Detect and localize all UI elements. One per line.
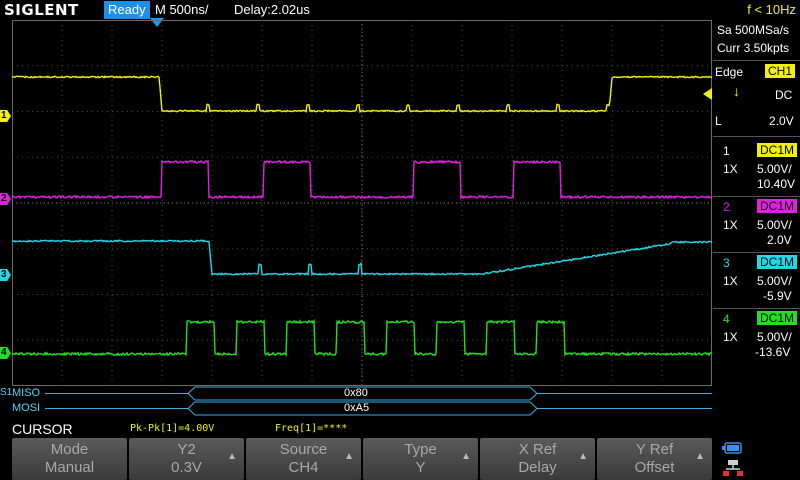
ch1-probe: 1X	[723, 162, 738, 176]
ch4-coupling-badge: DC1M	[757, 311, 797, 325]
system-icons	[715, 438, 800, 480]
decode-row-mosi: MOSI 0xA5	[0, 401, 712, 416]
ch4-scale: 5.00V/	[757, 330, 792, 344]
ch4-probe: 1X	[723, 330, 738, 344]
trigger-level: 2.0V	[769, 114, 794, 128]
ch3-probe: 1X	[723, 274, 738, 288]
ch3-coupling-badge: DC1M	[757, 255, 797, 269]
softkey-type[interactable]: Type Y ▲	[363, 438, 478, 480]
ch3-number: 3	[723, 256, 730, 270]
pk-pk-measurement: Pk-Pk[1]=4.00V	[130, 423, 214, 435]
softkey-value: Manual	[12, 459, 127, 477]
ch3-offset: -5.9V	[763, 289, 792, 303]
memory-depth: Curr 3.50kpts	[717, 41, 789, 55]
knob-arrow-icon: ▲	[227, 451, 237, 462]
ch3-info[interactable]: 3 DC1M 1X 5.00V/ -5.9V	[713, 250, 800, 306]
decode-row-value: 0x80	[344, 386, 368, 401]
ch2-scale: 5.00V/	[757, 218, 792, 232]
softkey-title: Mode	[12, 441, 127, 459]
knob-arrow-icon: ▲	[695, 451, 705, 462]
ch2-coupling-badge: DC1M	[757, 199, 797, 213]
freq-measurement: Freq[1]=****	[275, 423, 347, 435]
softkey-x-ref[interactable]: X Ref Delay ▲	[480, 438, 595, 480]
trigger-edge-icon: ↓	[733, 84, 740, 98]
ch1-info[interactable]: 1 DC1M 1X 5.00V/ 10.40V	[713, 138, 800, 194]
ch1-coupling-badge: DC1M	[757, 143, 797, 157]
acquisition-status-badge: Ready	[104, 1, 150, 19]
softkey-y-ref[interactable]: Y Ref Offset ▲	[597, 438, 712, 480]
network-icon	[723, 460, 743, 476]
frequency-counter: f < 10Hz	[747, 1, 796, 19]
top-status-bar: SIGLENT Ready M 500ns/ Delay:2.02us f < …	[0, 0, 800, 20]
softkey-bar: Mode Manual Y2 0.3V ▲ Source CH4 ▲ Type …	[0, 438, 715, 480]
trigger-coupling: DC	[775, 88, 792, 102]
ch1-trace	[12, 76, 712, 111]
menu-title: CURSOR	[12, 421, 73, 437]
softkey-mode[interactable]: Mode Manual	[12, 438, 127, 480]
trigger-type: Edge	[715, 65, 743, 79]
sample-rate: Sa 500MSa/s	[717, 23, 789, 37]
decode-row-value: 0xA5	[344, 401, 369, 416]
ch1-number: 1	[723, 144, 730, 158]
knob-arrow-icon: ▲	[461, 451, 471, 462]
trigger-panel[interactable]: Edge CH1 ↓ DC L 2.0V	[713, 61, 800, 136]
graticule	[12, 20, 712, 386]
ch2-number: 2	[723, 200, 730, 214]
ch2-probe: 1X	[723, 218, 738, 232]
ch4-info[interactable]: 4 DC1M 1X 5.00V/ -13.6V	[713, 306, 800, 362]
ch1-scale: 5.00V/	[757, 162, 792, 176]
ch2-offset: 2.0V	[767, 233, 792, 247]
brand-logo: SIGLENT	[4, 1, 79, 19]
cursor-menu-bar: CURSOR Pk-Pk[1]=4.00V Freq[1]=****	[0, 421, 712, 437]
info-panel: Sa 500MSa/s Curr 3.50kpts Edge CH1 ↓ DC …	[713, 20, 800, 436]
spi-decode-area[interactable]: S1 MISO 0x80 MOSI 0xA5	[0, 386, 712, 416]
trigger-level-icon[interactable]	[703, 88, 712, 100]
ch3-ground-marker[interactable]: 3	[0, 269, 11, 281]
knob-arrow-icon: ▲	[344, 451, 354, 462]
ch4-offset: -13.6V	[755, 345, 790, 359]
decode-row-miso: MISO 0x80	[0, 386, 712, 401]
timebase-readout[interactable]: M 500ns/	[155, 1, 208, 19]
battery-icon	[722, 443, 741, 453]
ch1-ground-marker[interactable]: 1	[0, 110, 11, 122]
softkey-y2[interactable]: Y2 0.3V ▲	[129, 438, 244, 480]
trigger-mode: L	[715, 114, 722, 128]
ch2-info[interactable]: 2 DC1M 1X 5.00V/ 2.0V	[713, 194, 800, 250]
softkey-source[interactable]: Source CH4 ▲	[246, 438, 361, 480]
ch1-offset: 10.40V	[757, 177, 795, 191]
ch4-ground-marker[interactable]: 4	[0, 347, 11, 359]
knob-arrow-icon: ▲	[578, 451, 588, 462]
ch3-scale: 5.00V/	[757, 274, 792, 288]
ch4-number: 4	[723, 312, 730, 326]
ch2-ground-marker[interactable]: 2	[0, 193, 11, 205]
trigger-source-badge: CH1	[765, 64, 795, 78]
delay-readout[interactable]: Delay:2.02us	[234, 1, 310, 19]
waveform-display[interactable]	[12, 20, 712, 386]
